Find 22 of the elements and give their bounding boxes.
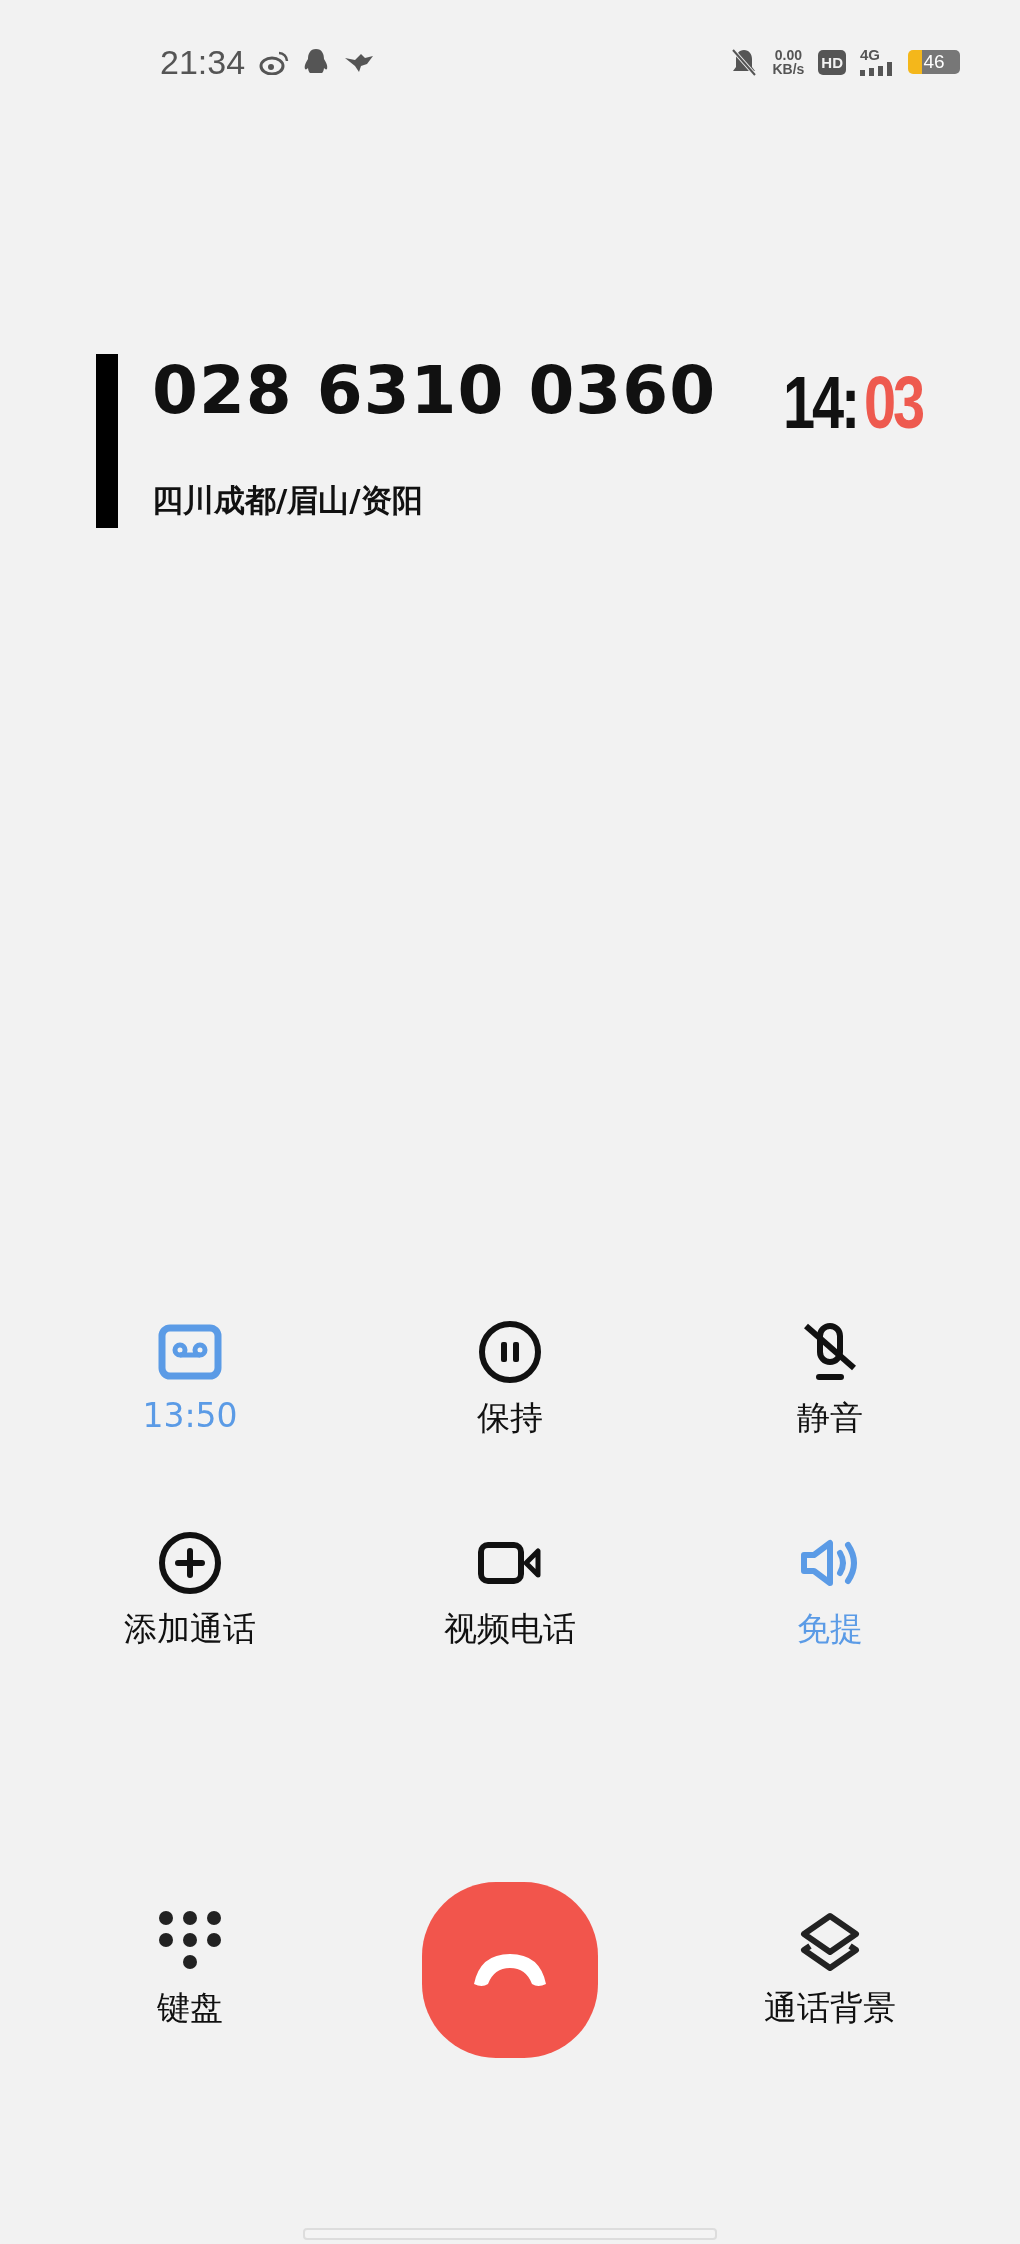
weibo-icon bbox=[259, 49, 290, 75]
call-control[interactable]: 静音 bbox=[797, 1320, 863, 1441]
call-control[interactable]: 保持 bbox=[477, 1320, 543, 1441]
phone-number: 028 6310 0360 bbox=[152, 358, 717, 424]
add-circle-icon bbox=[158, 1531, 222, 1595]
call-control[interactable]: 视频电话 bbox=[444, 1531, 576, 1652]
call-timer-seconds: 03 bbox=[863, 366, 922, 440]
bell-off-icon bbox=[730, 47, 759, 77]
signal-icon bbox=[860, 62, 894, 76]
call-control[interactable]: 添加通话 bbox=[124, 1531, 256, 1652]
pause-icon bbox=[478, 1320, 542, 1384]
status-time: 21:34 bbox=[160, 42, 246, 82]
speed-unit: KB/s bbox=[772, 62, 805, 76]
call-control[interactable]: 键盘 bbox=[157, 1909, 223, 2031]
call-timer-minutes: 14: bbox=[782, 366, 857, 440]
speed-value: 0.00 bbox=[774, 48, 802, 62]
hd-badge: HD bbox=[818, 49, 846, 75]
penguin-icon bbox=[303, 48, 330, 76]
battery-level: 46 bbox=[923, 51, 945, 73]
caller-location: 四川成都/眉山/资阳 bbox=[152, 481, 424, 520]
network-type: 4G bbox=[860, 48, 880, 62]
call-control[interactable]: 通话背景 bbox=[764, 1909, 896, 2031]
